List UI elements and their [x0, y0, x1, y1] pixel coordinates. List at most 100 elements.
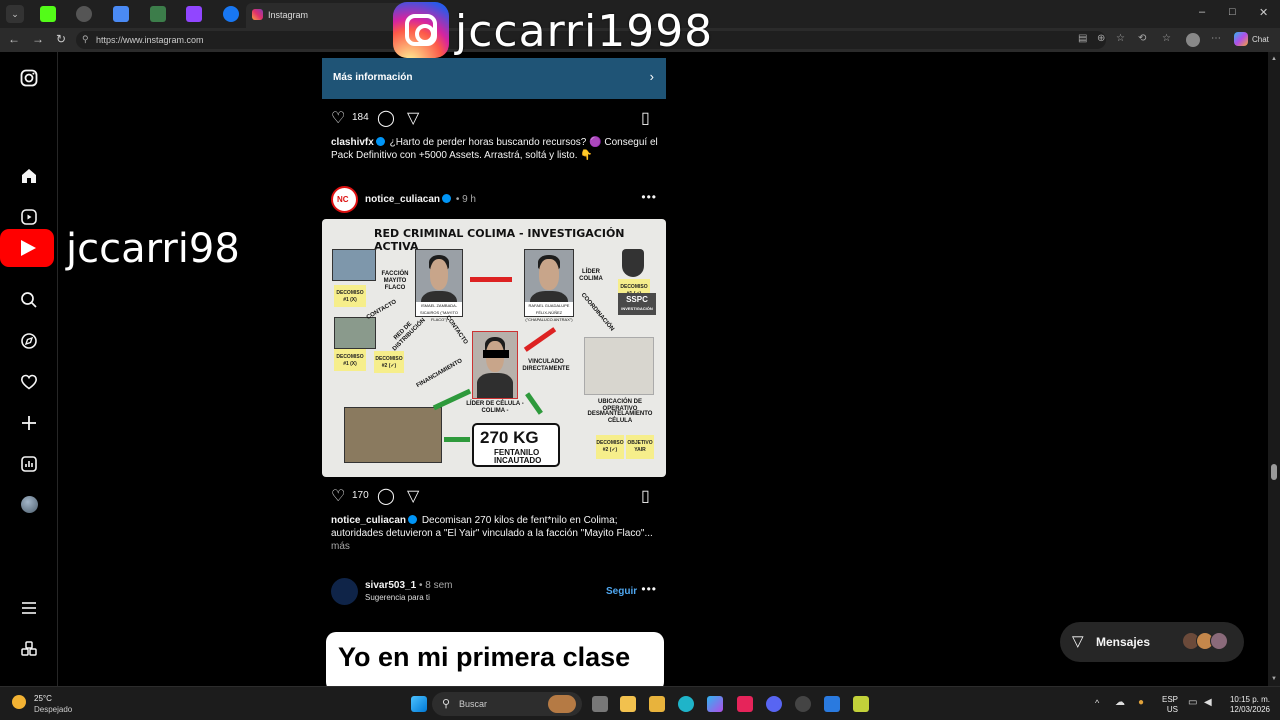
microphone-icon[interactable]: ●: [1138, 697, 1144, 708]
task-view-icon[interactable]: [592, 696, 608, 712]
file-explorer-icon-2[interactable]: [649, 696, 665, 712]
tray-overflow-icon[interactable]: ^: [1095, 698, 1099, 708]
comment-icon[interactable]: ◯: [377, 486, 395, 506]
more-options-icon[interactable]: •••: [641, 190, 657, 204]
explore-icon[interactable]: [19, 332, 39, 352]
app-icon-steam[interactable]: [795, 696, 811, 712]
direct-message-icon: ▽: [1072, 633, 1084, 650]
windows-taskbar: 25°C Despejado ⚲ Buscar ^ ☁ ● ESP US ▭ ◀ …: [0, 686, 1280, 720]
favorite-star-icon[interactable]: ☆: [1116, 33, 1128, 45]
post-header: NC notice_culiacan • 9 h •••: [331, 186, 661, 214]
network-icon[interactable]: ▭: [1188, 697, 1197, 708]
facebook-tab-icon[interactable]: [223, 6, 239, 22]
contacto-label: CONTACTO: [365, 299, 398, 322]
instagram-logo-icon[interactable]: [19, 69, 39, 89]
app-icon-bf[interactable]: [853, 696, 869, 712]
scroll-down-arrow-icon[interactable]: ▼: [1271, 676, 1277, 682]
instagram-tab-icon: [252, 9, 263, 20]
close-button[interactable]: ✕: [1259, 6, 1268, 19]
file-explorer-icon[interactable]: [620, 696, 636, 712]
menu-dots-icon[interactable]: ⋯: [1211, 33, 1223, 45]
zoom-icon[interactable]: ⊕: [1097, 33, 1109, 45]
green-arrow-3: [444, 437, 470, 442]
copilot-icon[interactable]: [1234, 32, 1248, 46]
copilot-app-icon[interactable]: [707, 696, 723, 712]
app-icon-blue[interactable]: [824, 696, 840, 712]
extensions-icon[interactable]: ⟲: [1138, 33, 1150, 45]
twitch-tab-icon[interactable]: [186, 6, 202, 22]
site-info-icon[interactable]: ⚲: [82, 34, 89, 45]
notifications-heart-icon[interactable]: [19, 373, 39, 393]
edge-browser-icon[interactable]: [678, 696, 694, 712]
maximize-button[interactable]: □: [1229, 6, 1236, 18]
author-avatar[interactable]: NC: [331, 186, 358, 213]
post2-image[interactable]: Yo en mi primera clase: [322, 612, 666, 692]
minimize-button[interactable]: –: [1199, 6, 1205, 18]
tab-instagram[interactable]: Instagram: [246, 3, 406, 28]
like-count: 184: [352, 112, 369, 123]
reels-icon[interactable]: [19, 208, 39, 228]
profile-avatar-icon[interactable]: [19, 496, 39, 516]
financiamiento-label: FINANCIAMIENTO: [415, 358, 464, 390]
comment-icon[interactable]: ◯: [377, 108, 395, 128]
ad-more-info-button[interactable]: Más información ›: [322, 58, 666, 99]
more-options-icon[interactable]: •••: [641, 582, 657, 596]
home-icon[interactable]: [19, 167, 39, 187]
tab-icon-4[interactable]: [150, 6, 166, 22]
search-highlight-icon: [548, 695, 576, 713]
verified-badge-icon: [442, 194, 452, 203]
taskbar-search-input[interactable]: ⚲ Buscar: [432, 692, 582, 716]
sticky-note-decomiso-2-r: DECOMISO #2 (✓): [596, 435, 624, 459]
dashboard-icon[interactable]: [19, 455, 39, 475]
onedrive-icon[interactable]: ☁: [1115, 697, 1125, 708]
start-windows-icon[interactable]: [411, 696, 427, 712]
favorites-icon[interactable]: ☆: [1162, 33, 1174, 45]
author-name[interactable]: notice_culiacan: [365, 194, 440, 205]
tab-actions-chevron-icon[interactable]: ⌄: [6, 5, 24, 23]
messages-label: Mensajes: [1096, 635, 1151, 649]
post1-caption: notice_culiacan Decomisan 270 kilos de f…: [331, 514, 661, 553]
language-indicator[interactable]: ESP US: [1158, 695, 1178, 715]
weather-desc: Despejado: [34, 705, 73, 714]
post-time: • 8 sem: [418, 580, 453, 591]
save-bookmark-icon[interactable]: ▯: [641, 108, 650, 128]
more-link[interactable]: más: [331, 541, 350, 552]
scroll-up-arrow-icon[interactable]: ▲: [1271, 56, 1277, 62]
author-avatar[interactable]: [331, 578, 358, 605]
docs-tab-icon[interactable]: [113, 6, 129, 22]
like-count: 170: [352, 490, 369, 501]
author-name[interactable]: sivar503_1: [365, 580, 416, 591]
like-heart-icon[interactable]: ♡: [331, 486, 345, 506]
save-bookmark-icon[interactable]: ▯: [641, 486, 650, 506]
tiktok-icon[interactable]: [737, 696, 753, 712]
weather-widget[interactable]: 25°C Despejado: [12, 692, 92, 716]
volume-icon[interactable]: ◀: [1204, 697, 1212, 708]
reload-icon[interactable]: ↻: [56, 32, 66, 46]
search-placeholder: Buscar: [459, 699, 488, 709]
share-icon[interactable]: ▽: [407, 486, 419, 506]
ad-caption: clashivfx ¿Harto de perder horas buscand…: [331, 136, 661, 162]
forward-icon[interactable]: →: [32, 32, 44, 46]
caption-author[interactable]: clashivfx: [331, 137, 374, 148]
caption-author[interactable]: notice_culiacan: [331, 515, 406, 526]
clock[interactable]: 10:15 p. m. 12/03/2026: [1218, 695, 1270, 715]
search-icon[interactable]: [19, 291, 39, 311]
kick-tab-icon[interactable]: [40, 6, 56, 22]
reader-icon[interactable]: ▤: [1078, 33, 1090, 45]
back-icon[interactable]: ←: [8, 32, 20, 46]
chat-label[interactable]: Chat: [1252, 35, 1269, 44]
discord-icon[interactable]: [766, 696, 782, 712]
scroll-thumb[interactable]: [1271, 464, 1277, 480]
more-menu-icon[interactable]: [19, 599, 39, 619]
like-heart-icon[interactable]: ♡: [331, 108, 345, 128]
also-from-meta-icon[interactable]: [19, 640, 39, 660]
share-icon[interactable]: ▽: [407, 108, 419, 128]
page-scrollbar[interactable]: ▲ ▼: [1268, 52, 1280, 686]
follow-button[interactable]: Seguir: [606, 586, 637, 597]
tab-icon-2[interactable]: [76, 6, 92, 22]
ad-cta-label: Más información: [333, 72, 413, 83]
post-image[interactable]: RED CRIMINAL COLIMA - INVESTIGACIÓN ACTI…: [322, 219, 666, 477]
messages-button[interactable]: ▽ Mensajes: [1060, 622, 1244, 662]
create-plus-icon[interactable]: [19, 414, 39, 434]
profile-avatar[interactable]: [1186, 33, 1200, 47]
